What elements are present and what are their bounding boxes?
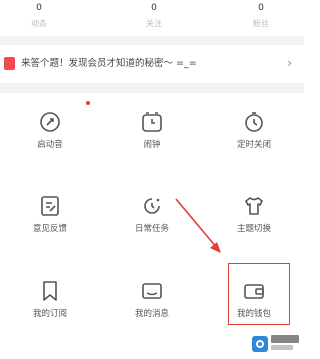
stat-count: 0 [151,3,157,13]
grid-item-label: 意见反馈 [32,224,67,234]
stat-count: 0 [36,3,42,13]
watermark-icon [252,336,268,352]
shirt-icon [245,197,263,215]
grid-item-label: 主题切换 [236,224,271,234]
alarm-clock-icon [142,112,162,132]
stat-label: 关注 [146,19,162,28]
grid-item-alarm[interactable]: 闹钟 [102,110,202,151]
wallet-highlight-box [228,263,290,325]
stat-posts[interactable]: 0 动态 [4,0,74,30]
stat-label: 动态 [31,19,47,28]
task-icon [144,198,160,214]
stat-count: 0 [258,3,264,13]
grid-item-sleep-timer[interactable]: 定时关闭 [204,110,304,151]
grid-item-label: 我的订阅 [32,309,67,319]
profile-stats: 0 动态 0 关注 0 粉丝 [0,0,304,36]
sound-icon [40,112,60,132]
stat-label: 粉丝 [253,19,269,28]
banner-text: 来答个题！发现会员才知道的秘密～ =_= [21,58,197,69]
grid-item-subscriptions[interactable]: 我的订阅 [0,279,100,320]
section-divider [0,36,304,45]
grid-item-feedback[interactable]: 意见反馈 [0,194,100,235]
site-watermark-logo [252,335,300,353]
stat-following[interactable]: 0 关注 [119,0,189,30]
timer-icon [245,112,263,132]
grid-item-label: 日常任务 [134,224,169,234]
grid-item-messages[interactable]: 我的消息 [102,279,202,320]
bookmark-icon [43,281,57,301]
feedback-icon [41,196,59,216]
grid-item-startup-sound[interactable]: 启动音 [0,110,100,151]
grid-item-theme-switch[interactable]: 主题切换 [204,194,304,235]
grid-item-label: 启动音 [37,140,63,150]
grid-item-daily-tasks[interactable]: 日常任务 [102,194,202,235]
chevron-right-icon: › [287,56,292,70]
calendar-icon [4,57,15,70]
grid-item-label: 我的消息 [134,309,169,319]
notification-dot [86,101,90,105]
stat-followers[interactable]: 0 粉丝 [226,0,296,30]
grid-item-label: 定时关闭 [236,140,271,150]
section-divider [0,83,304,93]
member-quiz-banner[interactable]: 来答个题！发现会员才知道的秘密～ =_= › [0,45,304,83]
grid-item-label: 闹钟 [143,140,161,150]
message-icon [142,283,162,299]
